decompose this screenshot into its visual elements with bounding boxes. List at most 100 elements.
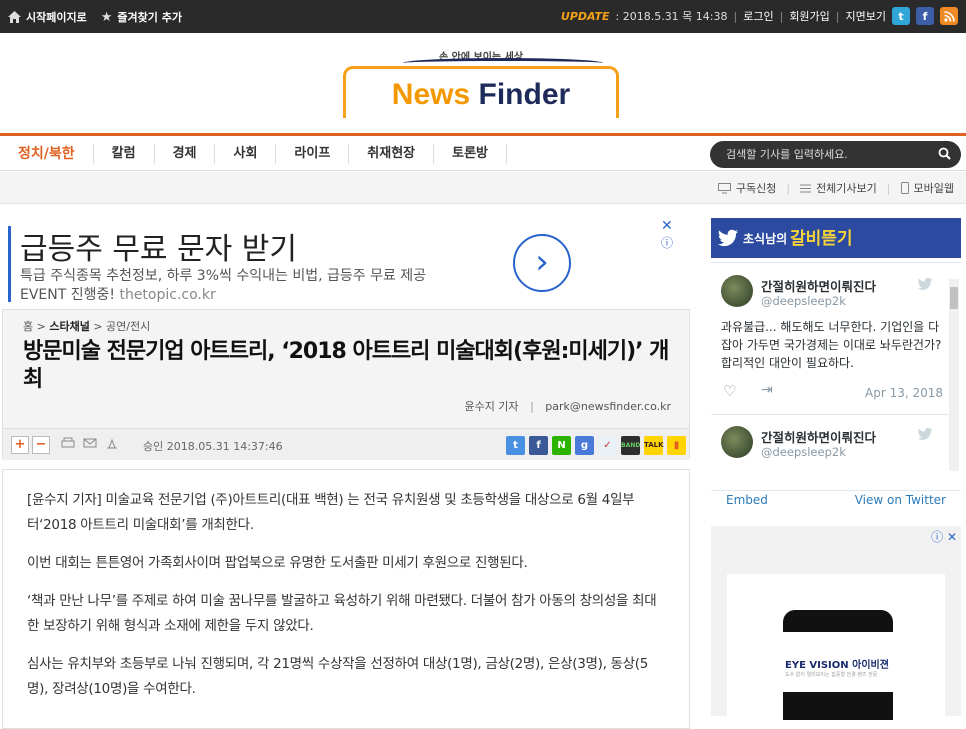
article-paragraph: 이번 대회는 튼튼영어 가족회사이며 팝업북으로 유명한 도서출판 미세기 후원…	[27, 555, 528, 571]
all-articles-label: 전체기사보기	[816, 182, 877, 195]
text-ad[interactable]: 급등주 무료 문자 받기 특급 주식종목 추천정보, 하루 3%씩 수익내는 비…	[8, 218, 690, 306]
twitter-icon[interactable]: t	[892, 7, 910, 25]
facebook-icon[interactable]: f	[916, 7, 934, 25]
approved-timestamp: 승인 2018.05.31 14:37:46	[143, 440, 283, 453]
article-body: [윤수지 기자] 미술교육 전문기업 (주)아트트리(대표 백현) 는 전국 유…	[2, 469, 690, 729]
nav-item-column[interactable]: 칼럼	[94, 144, 155, 164]
login-link[interactable]: 로그인	[743, 8, 773, 24]
view-on-twitter-link[interactable]: View on Twitter	[855, 493, 946, 507]
search-icon[interactable]	[938, 147, 951, 160]
breadcrumb: 홈 > 스타채널 > 공연/전시	[23, 320, 151, 333]
twitter-widget-header[interactable]: 초식남의 갈비뜯기	[711, 218, 961, 258]
site-logo[interactable]: 손 안에 보이는 세상 News Finder	[343, 48, 619, 120]
article-paragraph: 심사는 유치부와 초등부로 나눠 진행되며, 각 21명씩 수상작을 선정하여 …	[27, 656, 649, 697]
nav-item-field[interactable]: 취재현장	[349, 144, 435, 164]
email-icon[interactable]	[81, 436, 99, 454]
rss-icon[interactable]	[940, 7, 958, 25]
divider: |	[835, 9, 840, 23]
share-naver-icon[interactable]: N	[552, 436, 571, 455]
article-paragraph: [윤수지 기자] 미술교육 전문기업 (주)아트트리(대표 백현) 는 전국 유…	[27, 492, 635, 533]
tweet-author-name[interactable]: 간절히원하면이뤄진다	[761, 427, 876, 446]
feed-scrollbar[interactable]	[949, 279, 959, 471]
scrollbar-thumb[interactable]	[950, 287, 958, 309]
home-link[interactable]: 시작페이지로	[8, 9, 87, 25]
join-link[interactable]: 회원가입	[789, 8, 829, 24]
nav-item-society[interactable]: 사회	[215, 144, 277, 164]
share-facebook-icon[interactable]: f	[529, 436, 548, 455]
logo-word-finder: Finder	[478, 78, 571, 111]
print-icon[interactable]	[59, 436, 77, 454]
breadcrumb-home[interactable]: 홈	[23, 320, 33, 333]
monitor-icon	[717, 182, 731, 193]
tweet-author-handle[interactable]: @deepsleep2k	[761, 294, 846, 308]
ad-headline[interactable]: 급등주 무료 문자 받기	[20, 224, 297, 268]
divider: |	[886, 181, 891, 195]
paper-view-link[interactable]: 지면보기	[846, 8, 886, 24]
article-paragraph: ‘책과 만난 나무’를 주제로 하여 미술 꿈나무를 발굴하고 육성하기 위해 …	[27, 593, 657, 634]
mobile-icon	[900, 182, 909, 194]
ad-card[interactable]: EYE VISION 아이비젼 도수 없이 멀리보이는 집중형 안경 렌즈 전문	[727, 574, 945, 724]
embed-link[interactable]: Embed	[726, 493, 768, 507]
mobile-web-label: 모바일웹	[913, 182, 954, 195]
tweet-item[interactable]: 간절히원하면이뤄진다 @deepsleep2k 과유불급... 해도해도 너무한…	[711, 263, 951, 413]
twitter-widget: 초식남의 갈비뜯기 간절히원하면이뤄진다 @deepsleep2k 과유불급..…	[711, 218, 961, 512]
all-articles-link[interactable]: 전체기사보기	[800, 180, 877, 196]
tweet-text: 과유불급... 해도해도 너무한다. 기업인을 다 잡아 가두면 국가경제는 이…	[721, 320, 942, 370]
nav-item-life[interactable]: 라이프	[276, 144, 350, 164]
tweet-author-handle[interactable]: @deepsleep2k	[761, 445, 846, 459]
share-kakaostory-icon[interactable]: ✓	[598, 436, 617, 455]
share-google-icon[interactable]: g	[575, 436, 594, 455]
twitter-widget-footer: Embed View on Twitter	[711, 490, 961, 512]
subscribe-label: 구독신청	[735, 182, 777, 195]
ad-arrow-button[interactable]: ›	[513, 234, 571, 292]
tweet-feed[interactable]: 간절히원하면이뤄진다 @deepsleep2k 과유불급... 해도해도 너무한…	[711, 262, 961, 488]
ad-description: 특급 주식종목 추천정보, 하루 3%씩 수익내는 비법, 급등주 무료 제공	[20, 268, 427, 284]
nav-item-politics[interactable]: 정치/북한	[0, 144, 94, 164]
ad-fine-print: 도수 없이 멀리보이는 집중형 안경 렌즈 전문	[785, 672, 878, 678]
star-icon: ★	[100, 9, 113, 25]
breadcrumb-section[interactable]: 스타채널	[49, 320, 89, 333]
display-ad[interactable]: ⓘ ✕ EYE VISION 아이비젼 도수 없이 멀리보이는 집중형 안경 렌…	[711, 526, 961, 724]
nav-item-debate[interactable]: 토론방	[434, 144, 508, 164]
share-kakao-icon[interactable]: ▮	[667, 436, 686, 455]
bookmark-link[interactable]: ★ 즐겨찾기 추가	[101, 9, 182, 25]
share-kakaotalk-icon[interactable]: TALK	[644, 436, 664, 455]
avatar[interactable]	[721, 275, 753, 307]
reporter-name: 윤수지 기자	[464, 400, 519, 413]
search-input[interactable]: 검색할 기사를 입력하세요.	[710, 141, 961, 168]
ad-close-icon[interactable]: ✕	[661, 218, 673, 234]
divider: |	[733, 9, 738, 23]
ad-url-line: EVENT 진행중! thetopic.co.kr	[20, 284, 216, 304]
nav-item-economy[interactable]: 경제	[155, 144, 216, 164]
breadcrumb-subsection[interactable]: 공연/전시	[106, 320, 150, 333]
mobile-web-link[interactable]: 모바일웹	[900, 180, 954, 196]
tweet-item[interactable]: 간절히원하면이뤄진다 @deepsleep2k	[711, 415, 951, 488]
avatar[interactable]	[721, 426, 753, 458]
font-size-decrease-button[interactable]: −	[32, 436, 50, 454]
share-band-icon[interactable]: BAND	[621, 436, 640, 455]
ad-info-icon[interactable]: ⓘ	[661, 234, 673, 251]
like-icon[interactable]: ♡	[723, 382, 736, 400]
update-label: UPDATE	[560, 9, 610, 23]
tweet-date[interactable]: Apr 13, 2018	[865, 386, 943, 400]
twitter-header-prefix: 초식남의	[743, 232, 788, 246]
font-size-increase-button[interactable]: +	[11, 436, 29, 454]
twitter-bird-icon	[917, 278, 933, 290]
ad-accent-bar	[8, 226, 11, 302]
logo-wordmark: News Finder	[343, 78, 619, 112]
reporter-email[interactable]: park@newsfinder.co.kr	[545, 400, 671, 413]
scrap-icon[interactable]	[103, 436, 121, 454]
twitter-bird-icon	[717, 229, 739, 247]
article-header: 홈 > 스타채널 > 공연/전시 방문미술 전문기업 아트트리, ‘2018 아…	[2, 309, 690, 460]
ad-info-close-icon[interactable]: ⓘ ✕	[931, 528, 957, 545]
home-link-label: 시작페이지로	[26, 11, 87, 24]
tweet-author-name[interactable]: 간절히원하면이뤄진다	[761, 276, 876, 295]
bookmark-link-label: 즐겨찾기 추가	[117, 11, 182, 24]
main-nav: 정치/북한 칼럼 경제 사회 라이프 취재현장 토론방 검색할 기사를 입력하세…	[0, 133, 966, 171]
share-icon[interactable]: ⇥	[761, 382, 773, 398]
subscribe-link[interactable]: 구독신청	[717, 180, 777, 196]
article-toolbar: + − 승인 2018.05.31 14:37:46 t f N g ✓ BAN…	[3, 428, 689, 460]
share-twitter-icon[interactable]: t	[506, 436, 525, 455]
divider: |	[786, 181, 791, 195]
update-time: : 2018.5.31 목 14:38	[615, 10, 728, 23]
